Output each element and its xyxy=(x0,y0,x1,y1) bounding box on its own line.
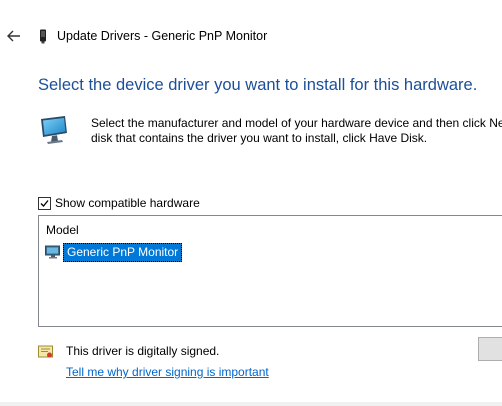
model-column-header: Model xyxy=(46,223,79,237)
device-icon xyxy=(40,29,46,44)
back-button[interactable] xyxy=(4,26,24,46)
list-item[interactable]: Generic PnP Monitor xyxy=(45,242,183,262)
signing-status: This driver is digitally signed. xyxy=(66,344,220,358)
checkbox-box[interactable] xyxy=(38,196,51,210)
back-arrow-icon xyxy=(7,30,20,42)
intro-line-2: disk that contains the driver you want t… xyxy=(91,131,428,145)
checkmark-icon xyxy=(40,199,49,207)
monitor-small-icon xyxy=(45,245,60,259)
model-list[interactable]: Model Generic PnP Monitor xyxy=(38,215,502,327)
bottom-divider xyxy=(0,402,502,406)
list-item-label: Generic PnP Monitor xyxy=(63,242,183,262)
page-heading: Select the device driver you want to ins… xyxy=(38,76,478,94)
checkbox-label: Show compatible hardware xyxy=(55,196,200,210)
intro-text: Select the manufacturer and model of you… xyxy=(91,116,502,146)
certificate-icon xyxy=(38,345,53,358)
monitor-icon xyxy=(41,116,67,144)
show-compatible-hardware-checkbox[interactable]: Show compatible hardware xyxy=(38,196,200,210)
window-title: Update Drivers - Generic PnP Monitor xyxy=(57,29,268,43)
driver-signing-link[interactable]: Tell me why driver signing is important xyxy=(66,365,269,379)
intro-line-1: Select the manufacturer and model of you… xyxy=(91,116,502,130)
have-disk-button[interactable] xyxy=(478,337,502,361)
